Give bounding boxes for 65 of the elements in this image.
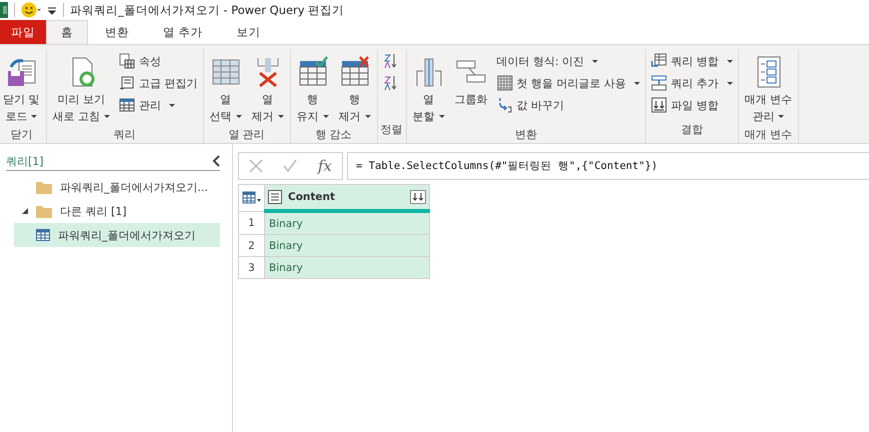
ribbon-button[interactable]: 첫 행을 머리글로 사용 (494, 73, 642, 93)
row-number: 3 (238, 256, 264, 278)
table-cell: Binary (264, 211, 430, 234)
query-item[interactable]: 파워쿼리_폴더에서가져오기 (14, 223, 220, 247)
group-label: 행 감소 (314, 127, 353, 143)
ribbon-tab[interactable]: 보기 (220, 20, 278, 44)
table-icon (119, 97, 135, 113)
table-icon (36, 229, 50, 241)
ribbon-button[interactable]: 미리 보기 새로 고침 (50, 49, 113, 127)
ribbon-tab[interactable]: 열 추가 (146, 20, 220, 44)
table-cell: Binary (264, 256, 430, 278)
ribbon-button[interactable]: 닫기 및 로드 (0, 49, 42, 127)
collapse-icon (212, 155, 220, 167)
cancel-icon (249, 159, 264, 173)
ribbon-button[interactable]: 매개 변수 관리 (742, 49, 795, 127)
folder-icon (36, 180, 52, 194)
ribbon-tab[interactable]: 홈 (46, 20, 88, 44)
ribbon-button[interactable]: 행 유지 (294, 49, 332, 127)
ribbon-button[interactable]: 행 제거 (336, 49, 374, 127)
check-icon (283, 159, 298, 173)
append-queries-icon (651, 75, 667, 91)
folder-item[interactable]: 파워쿼리_폴더에서가져오기... (0, 175, 220, 199)
sort-descending-icon (382, 75, 398, 91)
text-type-icon (268, 190, 282, 204)
ribbon-button[interactable]: 고급 편집기 (117, 73, 200, 93)
grid-icon (496, 75, 512, 91)
file-tab[interactable]: 파일 (0, 20, 46, 44)
ribbon-button[interactable]: 그룹화 (452, 49, 490, 110)
combine-files-icon (651, 97, 667, 113)
group-label: 정렬 (380, 122, 402, 138)
ribbon-button[interactable]: 쿼리 병합 (649, 51, 734, 71)
group-label: 쿼리 (112, 127, 136, 143)
ribbon-button[interactable]: 데이터 형식: 이진 (494, 51, 642, 71)
smiley-icon (21, 1, 41, 19)
merge-queries-icon (651, 53, 667, 69)
ribbon-button[interactable]: 열 제거 (248, 49, 286, 127)
row-number: 2 (238, 234, 264, 256)
folder-icon (36, 204, 52, 218)
group-label: 매개 변수 (744, 127, 793, 143)
scroll-icon (119, 75, 135, 91)
group-label: 닫기 (9, 127, 34, 143)
group-label: 변환 (514, 127, 538, 143)
group-label: 결합 (680, 122, 704, 138)
folder-item[interactable]: 다른 쿼리 [1] (0, 199, 220, 223)
ribbon-button[interactable]: 값 바꾸기 (494, 95, 642, 115)
group-label: 열 관리 (227, 127, 266, 143)
ribbon-button[interactable]: 쿼리 추가 (649, 73, 734, 93)
table-cell: Binary (264, 234, 430, 256)
panel-title: 쿼리[1] (6, 154, 44, 168)
ribbon-button[interactable]: 파일 병합 (649, 95, 734, 115)
ribbon-button[interactable]: 열 선택 (206, 49, 244, 127)
ribbon-button[interactable]: 열 분할 (410, 49, 448, 127)
ribbon-button[interactable]: 관리 (117, 95, 200, 115)
table-menu-icon (242, 190, 262, 205)
formula-field[interactable]: = Table.SelectColumns(#"필터링된 행",{"Content"}) (347, 152, 869, 180)
replace-values-icon (496, 97, 512, 113)
customize-toolbar-icon (47, 5, 57, 15)
properties-icon (119, 53, 135, 69)
window-title: 파워쿼리_폴더에서가져오기 - Power Query 편집기 (70, 2, 344, 18)
expand-column-icon (410, 190, 426, 204)
insert-function-button[interactable]: fx (318, 157, 332, 175)
ribbon-button[interactable]: 속성 (117, 51, 200, 71)
sort-ascending-icon (382, 53, 398, 69)
row-number: 1 (238, 211, 264, 234)
ribbon-tab[interactable]: 변환 (88, 20, 146, 44)
